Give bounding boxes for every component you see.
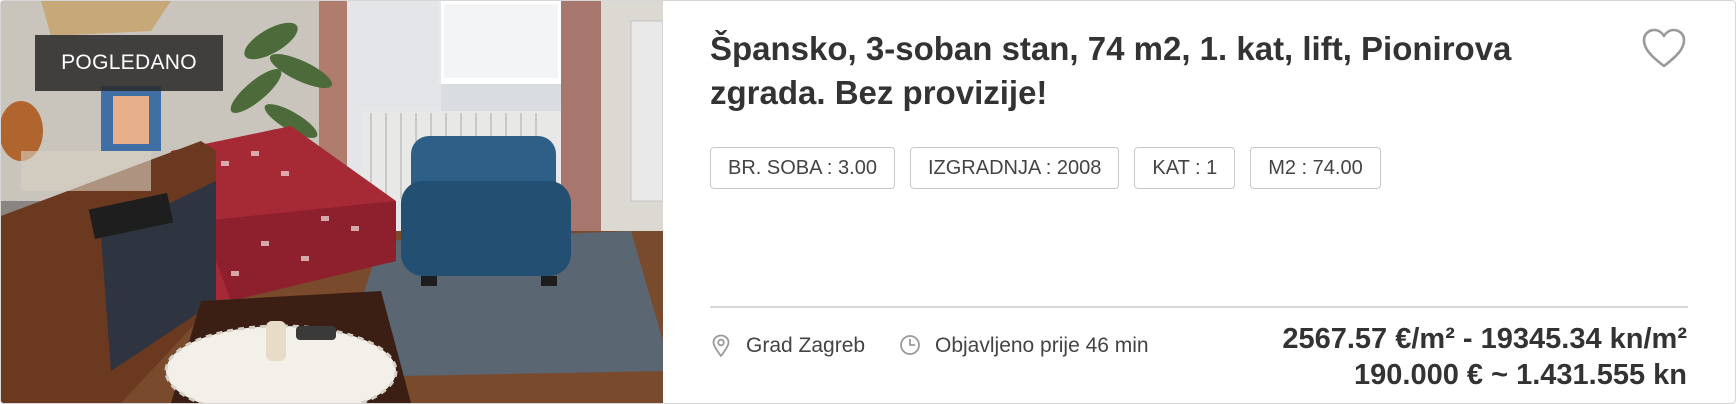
- location-text: Grad Zagreb: [746, 334, 866, 357]
- heart-outline-icon: [1642, 28, 1686, 68]
- tag-area: M2 : 74.00: [1250, 147, 1381, 189]
- location-pin-icon: [712, 334, 730, 357]
- tag-floor: KAT : 1: [1134, 147, 1236, 189]
- tag-built-year: IZGRADNJA : 2008: [909, 147, 1120, 189]
- published-info: Objavljeno prije 46 min: [899, 331, 1149, 361]
- price-per-m2: 2567.57 €/m² - 19345.34 kn/m²: [1282, 323, 1687, 355]
- viewed-badge: POGLEDANO: [35, 35, 223, 91]
- listing-photo[interactable]: POGLEDANO: [1, 1, 663, 403]
- attribute-tags: BR. SOBA : 3.00 IZGRADNJA : 2008 KAT : 1…: [710, 147, 1381, 189]
- listing-title[interactable]: Špansko, 3-soban stan, 74 m2, 1. kat, li…: [710, 27, 1590, 115]
- price-total: 190.000 € ~ 1.431.555 kn: [1354, 359, 1687, 391]
- tag-rooms: BR. SOBA : 3.00: [710, 147, 895, 189]
- clock-icon: [900, 335, 920, 355]
- published-text: Objavljeno prije 46 min: [935, 334, 1149, 357]
- location-info: Grad Zagreb: [710, 331, 865, 361]
- divider: [710, 306, 1688, 308]
- favorite-button[interactable]: [1641, 27, 1687, 69]
- listing-card[interactable]: POGLEDANO Špansko, 3-soban stan, 74 m2, …: [0, 0, 1736, 404]
